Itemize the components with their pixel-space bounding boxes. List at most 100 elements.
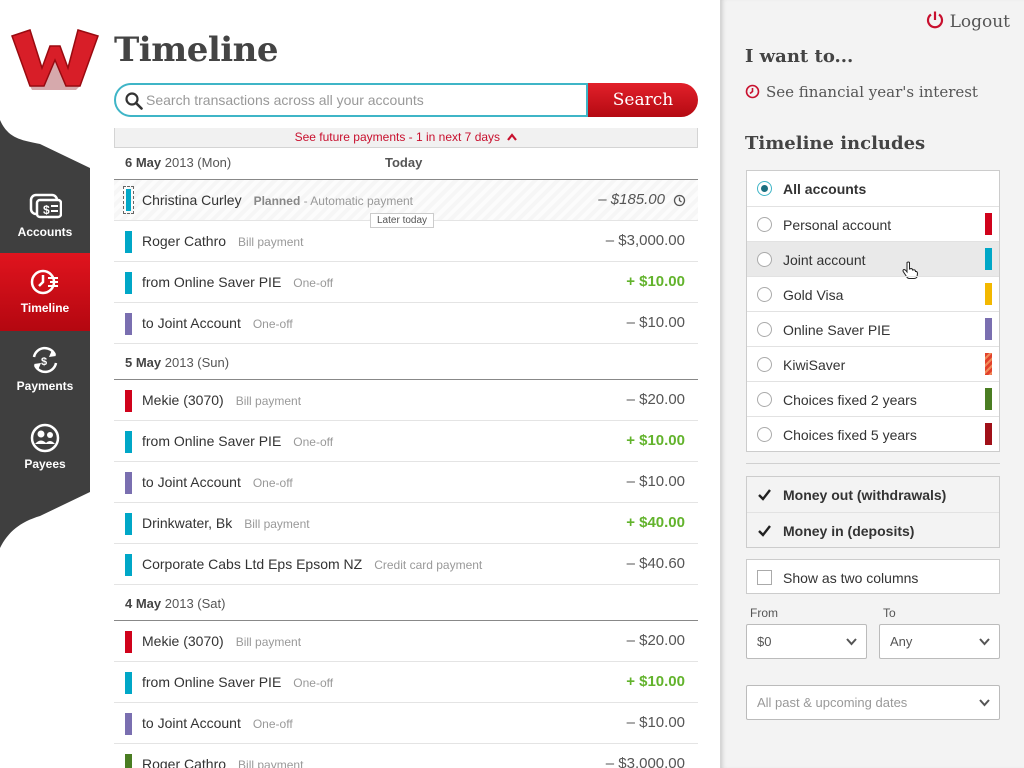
to-select[interactable]: Any (879, 624, 1000, 659)
transaction-row[interactable]: to Joint Account One-off – $10.00 (114, 703, 698, 744)
checkbox-box[interactable] (757, 570, 772, 585)
nav-payees[interactable]: Payees (0, 409, 90, 487)
date-header-year: 2013 (Mon) (161, 155, 232, 170)
transaction-row[interactable]: Drinkwater, Bk Bill payment + $40.00 (114, 503, 698, 544)
transaction-name: to Joint Account (142, 715, 241, 731)
search-input-box[interactable] (114, 83, 588, 117)
checkmark-icon (758, 525, 771, 537)
from-select-value: $0 (757, 634, 772, 649)
transaction-row[interactable]: from Online Saver PIE One-off + $10.00 (114, 421, 698, 462)
radio-button[interactable] (757, 427, 772, 442)
transaction-row[interactable]: from Online Saver PIE One-off + $10.00 (114, 662, 698, 703)
account-option-label: Choices fixed 5 years (783, 427, 917, 443)
filter-panel: Logout I want to... See financial year's… (720, 0, 1024, 768)
financial-year-interest-label: See financial year's interest (766, 83, 978, 101)
svg-text:$: $ (41, 356, 47, 368)
account-color-marker (125, 672, 132, 694)
transaction-row[interactable]: to Joint Account One-off – $10.00 (114, 462, 698, 503)
transaction-amount: – $185.00 (598, 191, 665, 208)
money-in-checkbox[interactable]: Money in (deposits) (747, 512, 999, 547)
account-color-marker (125, 390, 132, 412)
date-header: 6 May 2013 (Mon) Today (114, 146, 698, 180)
account-option-label: Choices fixed 2 years (783, 392, 917, 408)
clock-icon (673, 194, 686, 207)
date-range-value: All past & upcoming dates (757, 695, 908, 710)
transaction-row[interactable]: from Online Saver PIE One-off + $10.00 (114, 262, 698, 303)
account-option-label: Joint account (783, 252, 866, 268)
transaction-row[interactable]: to Joint Account One-off – $10.00 (114, 303, 698, 344)
account-option-kiwisaver[interactable]: KiwiSaver (747, 346, 999, 381)
transaction-row[interactable]: Corporate Cabs Ltd Eps Epsom NZ Credit ca… (114, 544, 698, 585)
search-button[interactable]: Search (588, 83, 698, 117)
radio-button[interactable] (757, 217, 772, 232)
nav-payments[interactable]: $ Payments (0, 331, 90, 409)
account-color-marker (125, 272, 132, 294)
money-out-checkbox[interactable]: Money out (withdrawals) (747, 477, 999, 512)
two-columns-checkbox[interactable]: Show as two columns (746, 559, 1000, 594)
chevron-down-icon (846, 638, 857, 646)
account-color-swatch (985, 423, 992, 445)
account-option-all[interactable]: All accounts (747, 171, 999, 206)
transaction-type: Bill payment (235, 635, 302, 649)
transaction-name: Mekie (3070) (142, 633, 224, 649)
timeline-icon (30, 269, 58, 295)
radio-button[interactable] (757, 287, 772, 302)
transaction-row[interactable]: Roger Cathro Bill payment – $3,000.00 (114, 744, 698, 768)
westpac-logo (11, 29, 99, 90)
account-color-marker (125, 231, 132, 253)
transaction-name: Roger Cathro (142, 756, 227, 768)
page-title: Timeline (114, 30, 279, 70)
logout-button[interactable]: Logout (925, 10, 1010, 32)
account-option-label: Online Saver PIE (783, 322, 891, 338)
account-option-joint[interactable]: Joint account (747, 241, 999, 279)
transaction-type: One-off (293, 676, 334, 690)
transaction-amount: + $10.00 (626, 432, 685, 449)
account-color-swatch (985, 248, 992, 270)
future-payments-label: See future payments - 1 in next 7 days (294, 130, 501, 144)
money-out-label: Money out (withdrawals) (783, 487, 947, 503)
date-header: 5 May 2013 (Sun) (114, 346, 698, 380)
account-color-marker (125, 554, 132, 576)
account-option-choices-5y[interactable]: Choices fixed 5 years (747, 416, 999, 451)
transaction-type: One-off (293, 435, 334, 449)
transaction-name: Drinkwater, Bk (142, 515, 233, 531)
radio-button[interactable] (757, 252, 772, 267)
radio-button[interactable] (757, 392, 772, 407)
payments-icon: $ (32, 346, 58, 374)
account-option-label: Gold Visa (783, 287, 844, 303)
transaction-type: Bill payment (238, 758, 304, 768)
transaction-type: Credit card payment (374, 558, 483, 572)
account-color-swatch (985, 283, 992, 305)
transaction-type: One-off (252, 717, 293, 731)
radio-button[interactable] (757, 357, 772, 372)
transaction-row[interactable]: Mekie (3070) Bill payment – $20.00 (114, 621, 698, 662)
payees-icon (30, 423, 60, 453)
account-color-marker (125, 431, 132, 453)
date-range-select[interactable]: All past & upcoming dates (746, 685, 1000, 720)
accounts-icon: $ (29, 193, 62, 219)
future-payments-toggle[interactable]: See future payments - 1 in next 7 days (114, 128, 698, 148)
radio-button[interactable] (757, 322, 772, 337)
radio-button[interactable] (757, 181, 772, 196)
transaction-name: from Online Saver PIE (142, 274, 282, 290)
from-select[interactable]: $0 (746, 624, 867, 659)
transaction-amount: + $10.00 (626, 273, 685, 290)
account-option-online-saver[interactable]: Online Saver PIE (747, 311, 999, 346)
transaction-name: from Online Saver PIE (142, 674, 282, 690)
transaction-amount: – $40.60 (626, 555, 685, 572)
left-nav: $ Accounts Timeline $ Payments Payees (0, 120, 90, 548)
two-columns-label: Show as two columns (783, 570, 919, 586)
account-option-personal[interactable]: Personal account (747, 206, 999, 241)
nav-accounts[interactable]: $ Accounts (0, 177, 90, 255)
account-color-marker (125, 313, 132, 335)
transaction-name: to Joint Account (142, 315, 241, 331)
search-input[interactable] (146, 90, 576, 110)
account-option-choices-2y[interactable]: Choices fixed 2 years (747, 381, 999, 416)
to-select-value: Any (890, 634, 913, 649)
financial-year-interest-link[interactable]: See financial year's interest (745, 83, 978, 101)
account-option-gold-visa[interactable]: Gold Visa (747, 276, 999, 311)
nav-timeline[interactable]: Timeline (0, 253, 90, 331)
logout-label: Logout (949, 12, 1010, 32)
transaction-row[interactable]: Mekie (3070) Bill payment – $20.00 (114, 380, 698, 421)
account-option-label: KiwiSaver (783, 357, 846, 373)
